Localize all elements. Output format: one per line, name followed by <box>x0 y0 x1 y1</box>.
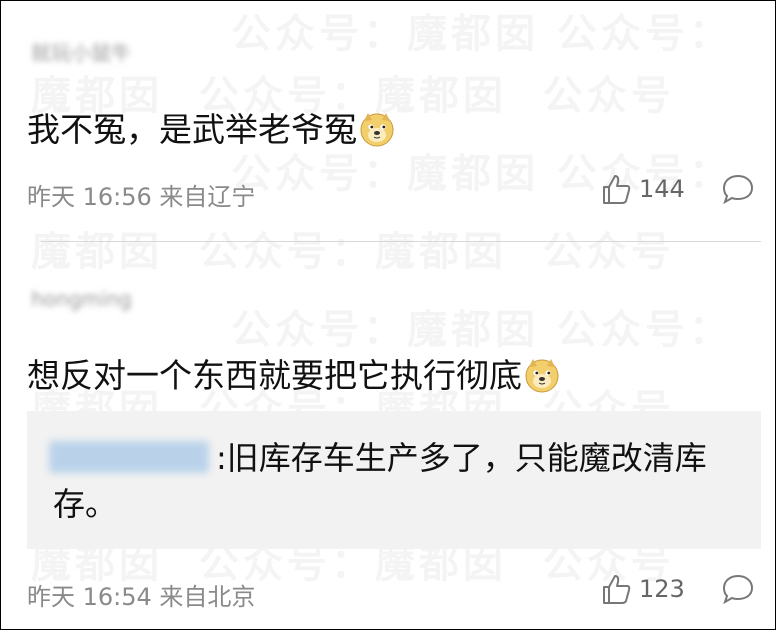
screenshot-frame: 公众号：魔都囡 公众号： 魔都囡 公众号：魔都囡 公众号 公众号：魔都囡 公众号… <box>0 0 776 630</box>
thumbs-up-icon <box>603 175 631 204</box>
quoted-reply[interactable]: :旧库存车生产多了，只能魔改清库存。 <box>27 411 761 549</box>
comment-text: 想反对一个东西就要把它执行彻底 <box>27 356 522 395</box>
doge-emoji-icon <box>360 112 394 146</box>
quoted-reply-text: :旧库存车生产多了，只能魔改清库存。 <box>53 439 707 523</box>
comment-text-row: 我不冤，是武举老爷冤 <box>27 103 395 151</box>
comment-meta: 昨天 16:56 来自辽宁 <box>27 183 256 211</box>
like-count: 123 <box>639 575 685 603</box>
comment-meta: 昨天 16:54 来自北京 <box>27 583 256 611</box>
comment-username[interactable]: 就玩小鼠牛 <box>31 37 131 66</box>
comment-bubble-icon[interactable] <box>721 573 755 605</box>
like-button[interactable]: 123 <box>601 573 685 605</box>
comment-username[interactable]: hongming <box>31 287 132 311</box>
like-count: 144 <box>639 175 685 203</box>
comment-divider <box>41 241 761 242</box>
quoted-reply-text-row: :旧库存车生产多了，只能魔改清库存。 <box>53 435 733 527</box>
like-button[interactable]: 144 <box>601 173 685 205</box>
comment-bubble-icon[interactable] <box>721 173 755 205</box>
comment-text-row: 想反对一个东西就要把它执行彻底 <box>27 349 560 397</box>
comment-text: 我不冤，是武举老爷冤 <box>27 110 357 149</box>
thumbs-up-icon <box>603 575 631 604</box>
doge-emoji-icon <box>525 358 559 392</box>
